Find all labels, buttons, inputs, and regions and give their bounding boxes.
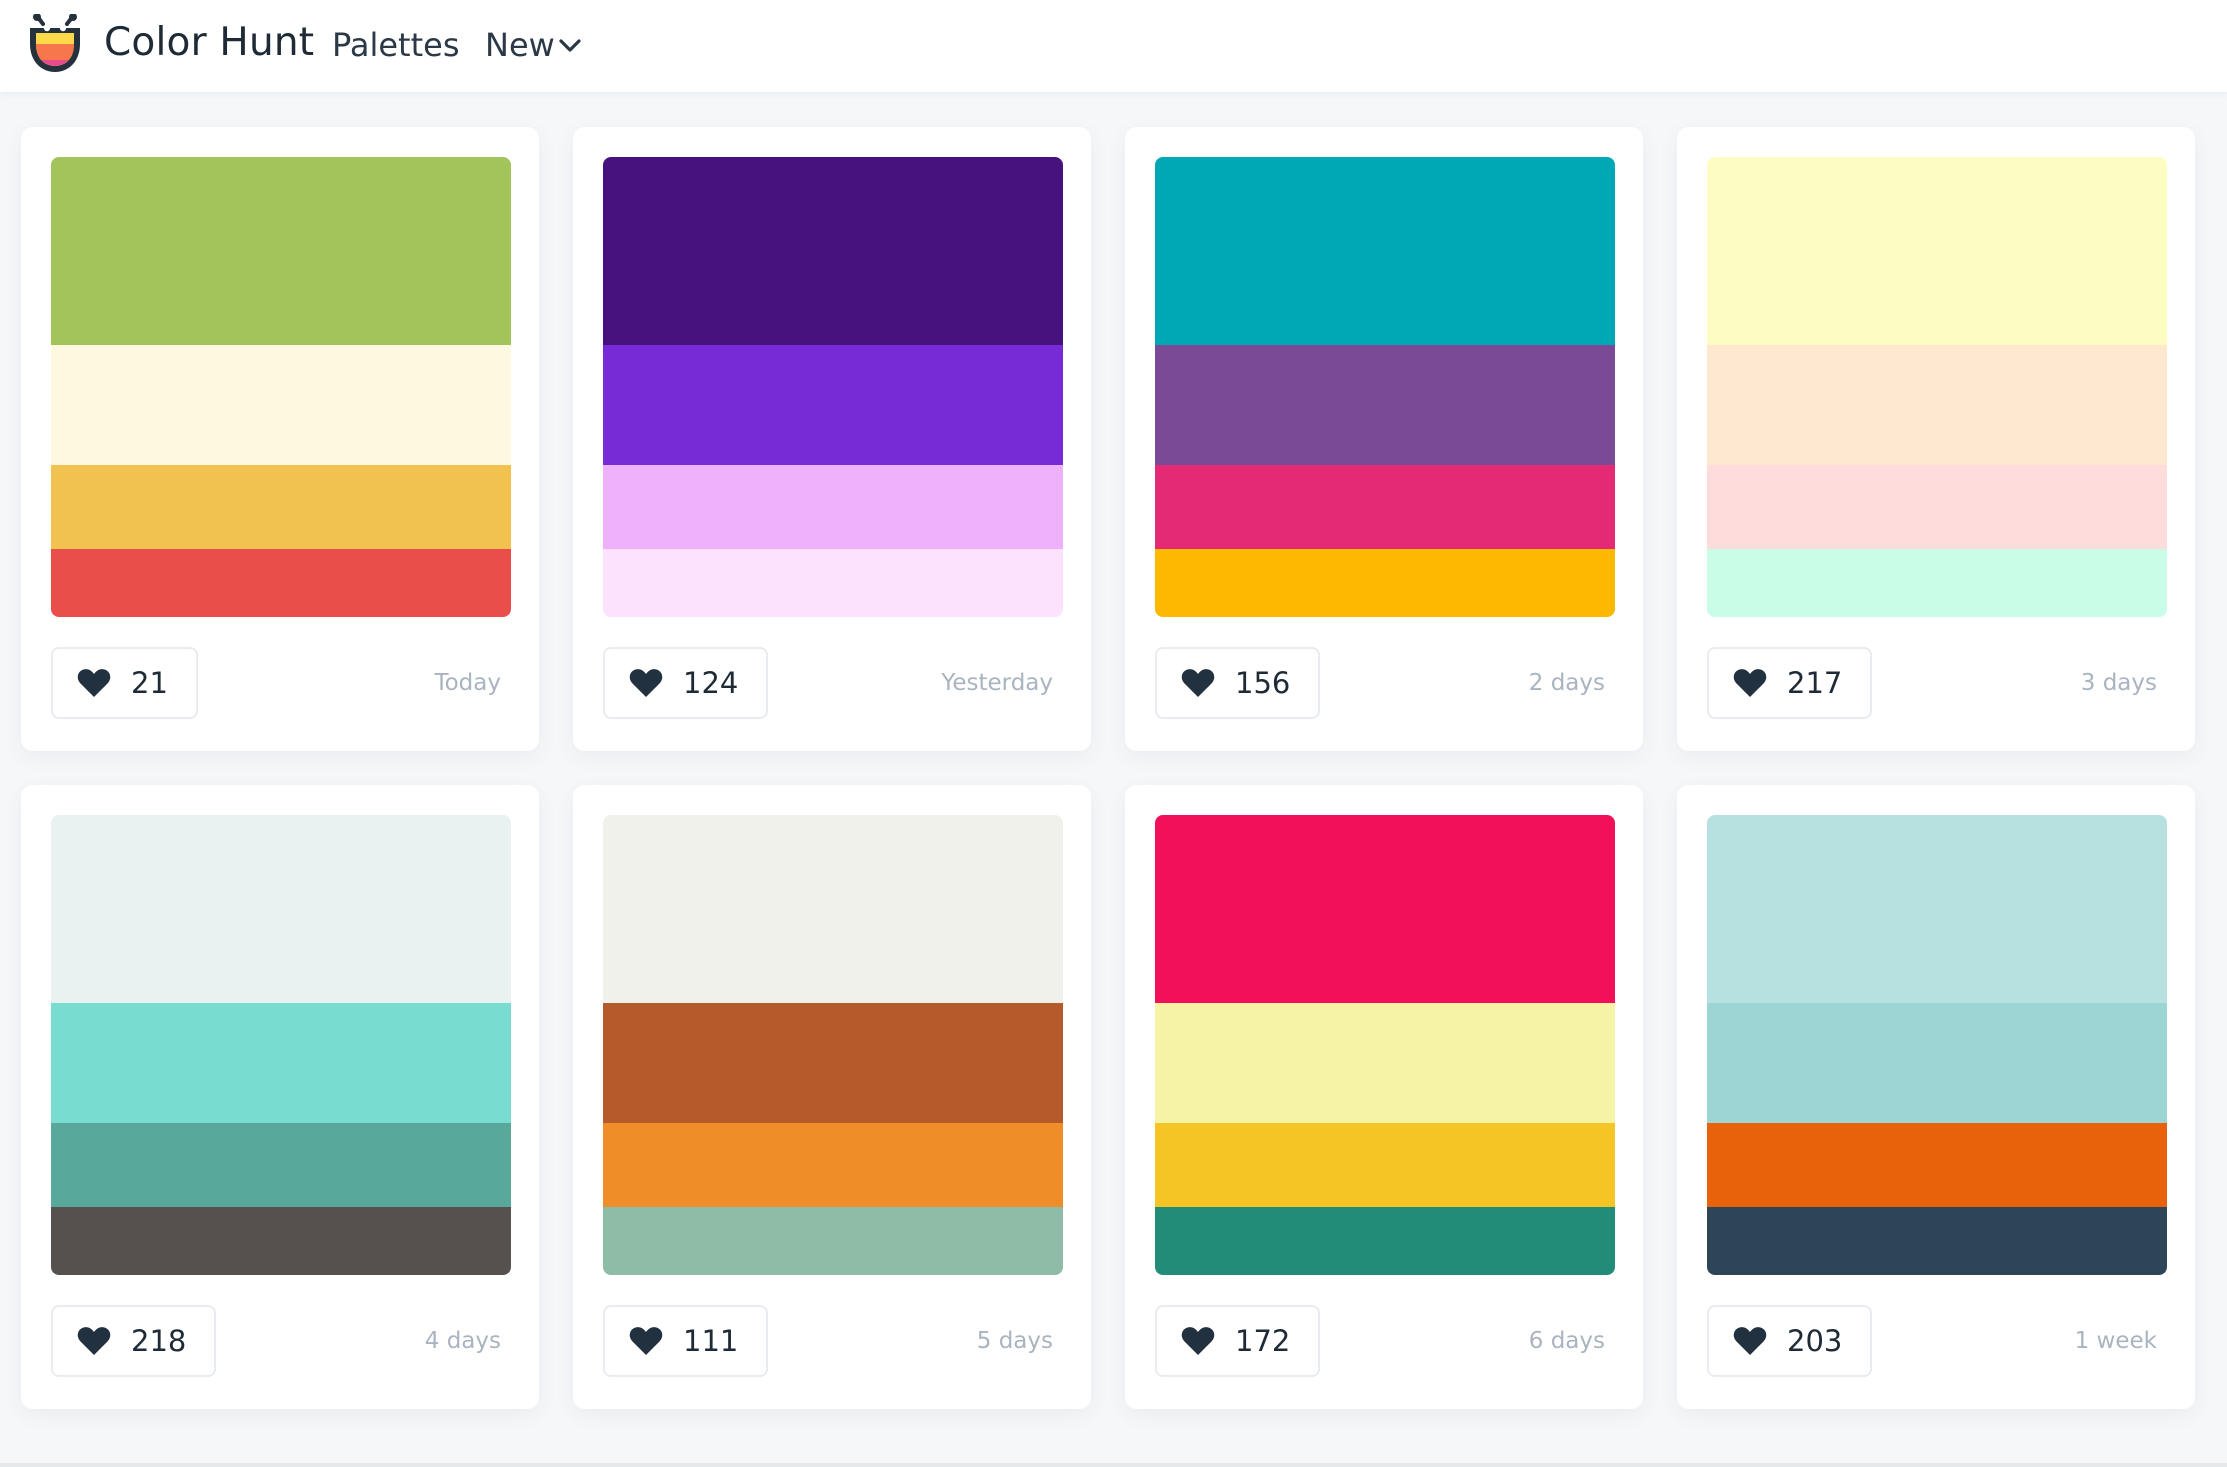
color-swatch[interactable] [1155, 157, 1615, 345]
palette-date: 2 days [1528, 670, 1605, 696]
heart-icon [1733, 1327, 1767, 1355]
palette-card[interactable]: 124 Yesterday [573, 127, 1091, 751]
color-swatch[interactable] [1707, 157, 2167, 345]
color-swatch[interactable] [1155, 1003, 1615, 1123]
like-count: 217 [1787, 666, 1843, 700]
heart-icon [1181, 1327, 1215, 1355]
color-swatch[interactable] [1707, 815, 2167, 1003]
color-swatch[interactable] [1155, 345, 1615, 465]
like-button[interactable]: 111 [603, 1305, 769, 1377]
like-button[interactable]: 217 [1707, 647, 1873, 719]
color-swatch[interactable] [1707, 549, 2167, 617]
color-swatch[interactable] [1155, 465, 1615, 549]
palette-preview[interactable] [603, 815, 1063, 1275]
color-swatch[interactable] [603, 1003, 1063, 1123]
color-swatch[interactable] [603, 815, 1063, 1003]
palette-preview[interactable] [1707, 815, 2167, 1275]
like-count: 203 [1787, 1324, 1843, 1358]
palette-date: 4 days [424, 1328, 501, 1354]
like-button[interactable]: 124 [603, 647, 769, 719]
heart-icon [77, 669, 111, 697]
color-swatch[interactable] [1707, 1207, 2167, 1275]
palette-preview[interactable] [51, 815, 511, 1275]
like-count: 156 [1235, 666, 1291, 700]
color-swatch[interactable] [51, 157, 511, 345]
palette-date: 1 week [2074, 1328, 2157, 1354]
color-swatch[interactable] [51, 815, 511, 1003]
color-swatch[interactable] [603, 345, 1063, 465]
palette-feed: 21 Today 124 Yesterday 156 2 days 217 3 … [0, 92, 2227, 1467]
like-button[interactable]: 21 [51, 647, 198, 719]
like-count: 218 [131, 1324, 187, 1358]
color-swatch[interactable] [1155, 549, 1615, 617]
palette-card[interactable]: 203 1 week [1677, 785, 2195, 1409]
color-swatch[interactable] [603, 549, 1063, 617]
brand-name[interactable]: Color Hunt [104, 18, 314, 68]
color-swatch[interactable] [51, 1123, 511, 1207]
heart-icon [629, 1327, 663, 1355]
color-swatch[interactable] [51, 1207, 511, 1275]
heart-icon [1181, 669, 1215, 697]
color-swatch[interactable] [1155, 1123, 1615, 1207]
like-button[interactable]: 172 [1155, 1305, 1321, 1377]
color-swatch[interactable] [51, 345, 511, 465]
nav-new-dropdown[interactable]: New [485, 22, 555, 68]
palette-preview[interactable] [603, 157, 1063, 617]
nav-palettes-link[interactable]: Palettes [332, 22, 460, 68]
like-button[interactable]: 203 [1707, 1305, 1873, 1377]
palette-date: 5 days [976, 1328, 1053, 1354]
color-swatch[interactable] [603, 1207, 1063, 1275]
color-swatch[interactable] [51, 1003, 511, 1123]
color-swatch[interactable] [1155, 815, 1615, 1003]
color-swatch[interactable] [603, 1123, 1063, 1207]
color-swatch[interactable] [1707, 345, 2167, 465]
color-hunt-logo-icon[interactable] [26, 14, 84, 76]
color-swatch[interactable] [51, 549, 511, 617]
palette-card[interactable]: 21 Today [21, 127, 539, 751]
like-count: 172 [1235, 1324, 1291, 1358]
color-swatch[interactable] [1155, 1207, 1615, 1275]
palette-card[interactable]: 217 3 days [1677, 127, 2195, 751]
chevron-down-icon[interactable] [558, 37, 582, 55]
like-button[interactable]: 218 [51, 1305, 217, 1377]
color-swatch[interactable] [51, 465, 511, 549]
color-swatch[interactable] [603, 157, 1063, 345]
palette-date: 6 days [1528, 1328, 1605, 1354]
color-swatch[interactable] [603, 465, 1063, 549]
top-navbar: Color Hunt Palettes New [0, 0, 2227, 92]
page-bottom-divider [0, 1463, 2227, 1467]
like-count: 124 [683, 666, 739, 700]
color-swatch[interactable] [1707, 1123, 2167, 1207]
palette-preview[interactable] [1155, 157, 1615, 617]
palette-card[interactable]: 156 2 days [1125, 127, 1643, 751]
heart-icon [1733, 669, 1767, 697]
color-swatch[interactable] [1707, 465, 2167, 549]
palette-preview[interactable] [51, 157, 511, 617]
like-count: 21 [131, 666, 168, 700]
palette-preview[interactable] [1155, 815, 1615, 1275]
palette-date: Today [434, 670, 501, 696]
palette-date: Yesterday [941, 670, 1053, 696]
palette-card[interactable]: 172 6 days [1125, 785, 1643, 1409]
heart-icon [77, 1327, 111, 1355]
palette-preview[interactable] [1707, 157, 2167, 617]
like-button[interactable]: 156 [1155, 647, 1321, 719]
palette-card[interactable]: 111 5 days [573, 785, 1091, 1409]
palette-date: 3 days [2080, 670, 2157, 696]
heart-icon [629, 669, 663, 697]
color-swatch[interactable] [1707, 1003, 2167, 1123]
like-count: 111 [683, 1324, 739, 1358]
palette-card[interactable]: 218 4 days [21, 785, 539, 1409]
